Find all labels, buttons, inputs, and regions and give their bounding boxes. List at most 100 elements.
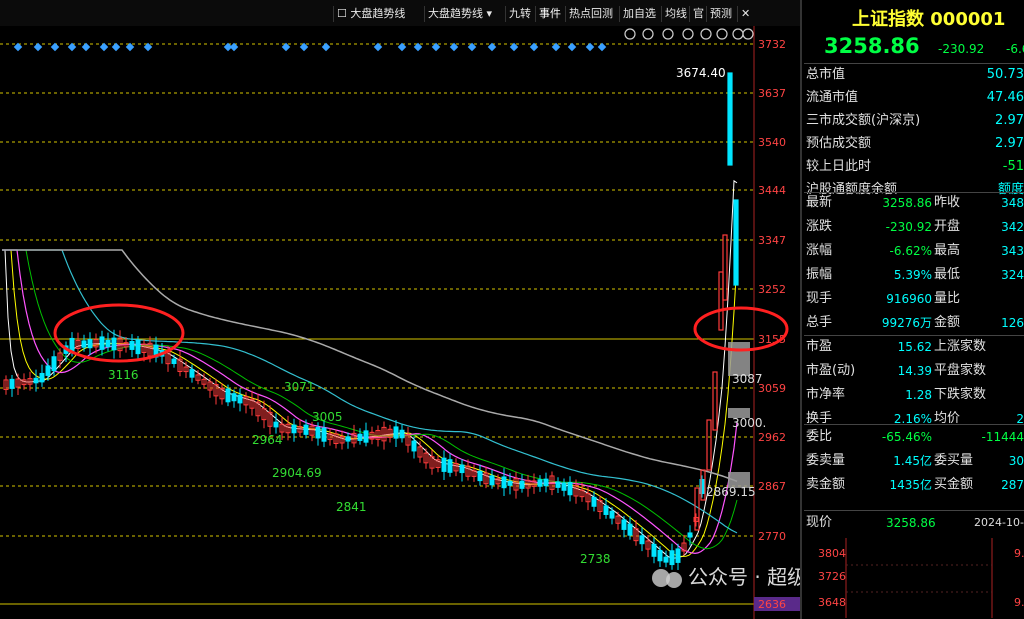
price-annotation: 2964 [252, 433, 283, 447]
event-marker[interactable] [33, 42, 43, 52]
event-marker[interactable] [99, 42, 109, 52]
event-marker[interactable] [597, 42, 607, 52]
kline-screen: ☐ 大盘趋势线 大盘趋势线 ▾ 九转 事件 热点回测 加自选 均线 官 预测 ✕… [0, 0, 1024, 619]
quote-value: 99276万 [881, 316, 932, 330]
stats-row: 总市值 50.73 [806, 64, 1024, 86]
eye-icon[interactable] [624, 28, 636, 40]
quote-value: 1.45亿 [893, 454, 932, 468]
candle-body [69, 337, 75, 352]
quote-value-2: 126 [1001, 316, 1024, 330]
moving-average-line [2, 249, 738, 483]
quote-value: 916960 [886, 292, 932, 306]
orders-row: 卖金额 1435亿 买金额 287 [806, 474, 1024, 496]
price-tick-label: 3732 [758, 38, 786, 51]
quotes-row: 现手 916960 量比 [806, 288, 1024, 310]
candle-body [621, 519, 627, 530]
stats-row: 三市成交额(沪深京) 2.97 [806, 110, 1024, 132]
circle-icon[interactable] [716, 28, 728, 40]
event-marker[interactable] [111, 42, 121, 52]
stats-row: 流通市值 47.46 [806, 87, 1024, 109]
price-annotation: 3005 [312, 410, 343, 424]
moving-average-line [2, 249, 738, 555]
stat-label: 较上日此时 [806, 159, 872, 174]
quote-value-2: 30 [1008, 454, 1024, 468]
candle-body [393, 426, 399, 439]
event-marker[interactable] [321, 42, 331, 52]
quote-value-2: 324 [1001, 268, 1024, 282]
quote-label: 市盈 [806, 339, 833, 354]
candle-body [105, 339, 111, 348]
candle-body [411, 440, 417, 452]
candle-body [441, 457, 447, 472]
quote-label: 涨幅 [806, 243, 833, 258]
event-marker[interactable] [81, 42, 91, 52]
zoom-out-icon[interactable] [742, 28, 754, 40]
quotes-row: 涨幅 -6.62% 最高 343 [806, 240, 1024, 262]
current-price-row: 现价 3258.86 2024-10- [806, 512, 1024, 534]
candle-body [315, 426, 321, 439]
kline-chart[interactable]: 3732363735403444334732523155305929622867… [0, 0, 800, 619]
index-change-pct: -6.6 [1006, 42, 1024, 56]
watermark: 公众号 · 超级短线网站 [652, 565, 800, 589]
price-tick-label: 2770 [758, 530, 786, 543]
candle-body [363, 430, 369, 443]
candle-body [33, 377, 39, 384]
price-annotation: 2738 [580, 552, 611, 566]
candle-body [555, 481, 561, 488]
candle-body [477, 470, 483, 482]
candle-body [111, 337, 117, 351]
stat-label: 预估成交额 [806, 136, 872, 151]
divider [804, 424, 1024, 425]
quote-label-2: 平盘家数 [934, 363, 987, 378]
event-marker[interactable] [567, 42, 577, 52]
moving-average-line [2, 249, 738, 550]
candle-body [651, 543, 657, 557]
mini-chart[interactable]: 3804 3726 3648 9. 9. [802, 538, 1024, 618]
candle-body [675, 548, 681, 563]
candle-body [357, 433, 363, 441]
mini-scale-bottom: 3648 [818, 596, 846, 609]
price-annotation: 2869.15 [706, 485, 756, 499]
quote-label: 涨跌 [806, 219, 833, 234]
quote-value-2: 287 [1001, 478, 1024, 492]
candle-body [459, 464, 465, 474]
stat-value: 47.46 [986, 90, 1024, 105]
orders-row: 委卖量 1.45亿 委买量 30 [806, 450, 1024, 472]
candle-body [9, 378, 15, 389]
current-price-value: 3258.86 [886, 516, 936, 530]
quote-label-2: 金额 [934, 315, 961, 330]
price-tick-label: 3637 [758, 87, 786, 100]
quote-value: 1435亿 [889, 478, 932, 492]
quote-label: 总手 [806, 315, 833, 330]
quotes-row: 涨跌 -230.92 开盘 342 [806, 216, 1024, 238]
stats-row: 较上日此时 -51 [806, 156, 1024, 178]
quote-value: 15.62 [897, 340, 932, 354]
candle-body [609, 510, 615, 519]
stat-label: 流通市值 [806, 90, 859, 105]
quotes-row: 总手 99276万 金额 126 [806, 312, 1024, 334]
candle-body [694, 487, 700, 531]
grid-icon[interactable] [700, 28, 712, 40]
ratios-row: 市盈 15.62 上涨家数 [806, 336, 1024, 358]
candle-body [273, 421, 279, 428]
quote-label: 市盈(动) [806, 363, 856, 378]
moving-average-line [2, 249, 738, 534]
candle-body [225, 388, 231, 403]
scissors-icon[interactable] [682, 28, 694, 40]
quote-label-2: 开盘 [934, 219, 961, 234]
scissors-icon[interactable] [662, 28, 674, 40]
quote-value-2: 348 [1001, 196, 1024, 210]
quote-label-2: 买金额 [934, 477, 974, 492]
quote-label-2: 最低 [934, 267, 961, 282]
zoom-in-icon[interactable] [732, 28, 744, 40]
candle-body [627, 523, 633, 536]
candle-body [189, 369, 195, 378]
event-marker[interactable] [50, 42, 60, 52]
price-tick-label: 3540 [758, 136, 786, 149]
stat-value: -51 [1002, 159, 1024, 174]
hand-icon[interactable] [642, 28, 654, 40]
stat-label: 总市值 [806, 67, 846, 82]
event-marker[interactable] [585, 42, 595, 52]
candle-body [81, 340, 87, 348]
quote-label-2: 委买量 [934, 453, 974, 468]
